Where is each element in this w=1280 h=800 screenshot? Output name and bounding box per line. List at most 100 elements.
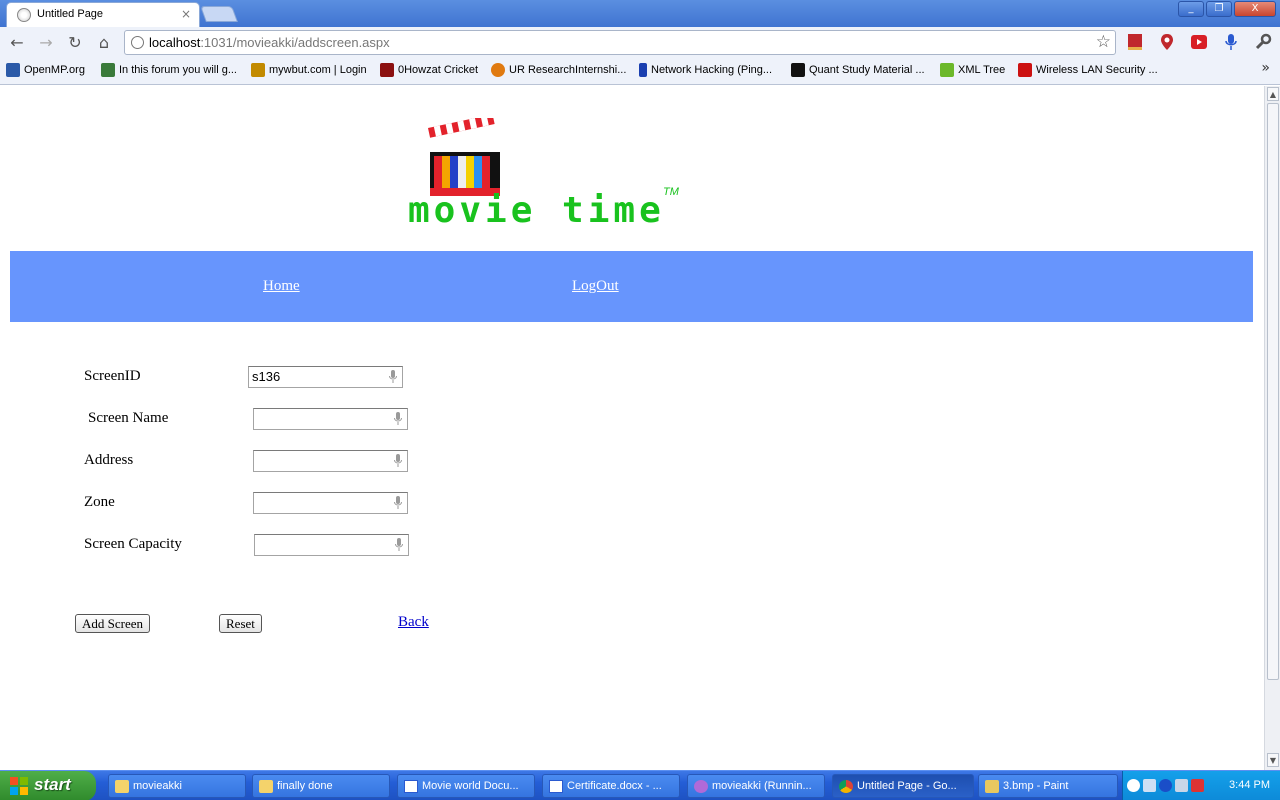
youtube-icon [1018, 63, 1032, 77]
folder-icon [115, 780, 129, 793]
vertical-scrollbar[interactable]: ▲ ▼ [1264, 86, 1280, 770]
security-alert-icon[interactable] [1191, 779, 1204, 792]
screen-capacity-input[interactable] [254, 534, 409, 556]
wrench-menu-icon[interactable] [1254, 33, 1272, 51]
screen-id-input[interactable]: s136 [248, 366, 403, 388]
new-tab-button[interactable] [200, 6, 238, 22]
network-hacking-icon [639, 63, 647, 77]
home-icon[interactable]: ⌂ [93, 32, 115, 54]
task-certificate-doc[interactable]: Certificate.docx - ... [542, 774, 680, 798]
youtube-extension-icon[interactable] [1190, 33, 1208, 51]
back-arrow-icon[interactable]: ← [6, 32, 28, 54]
microphone-extension-icon[interactable] [1222, 33, 1240, 51]
openmp-icon [6, 63, 20, 77]
bookmark-extension-icon[interactable] [1126, 33, 1144, 51]
word-document-icon [404, 780, 418, 793]
screen-id-label: ScreenID [84, 368, 141, 384]
scroll-down-icon[interactable]: ▼ [1267, 753, 1279, 767]
microphone-icon[interactable] [389, 370, 397, 384]
tray-collapse-icon[interactable] [1127, 779, 1140, 792]
address-input[interactable] [253, 450, 408, 472]
forward-arrow-icon[interactable]: → [35, 32, 57, 54]
zone-label: Zone [84, 494, 115, 510]
window-controls: _ ❐ X [1178, 1, 1276, 17]
screen-id-value: s136 [252, 369, 281, 384]
navigation-band: Home LogOut [10, 251, 1253, 322]
windows-taskbar: start movieakki finally done Movie world… [0, 770, 1280, 800]
bluetooth-icon[interactable] [1159, 779, 1172, 792]
howzat-icon [380, 63, 394, 77]
tab-title: Untitled Page [37, 8, 104, 20]
visual-studio-icon [694, 780, 708, 793]
tab-untitled-page[interactable]: Untitled Page × [6, 2, 200, 28]
bookmark-openmp[interactable]: OpenMP.org [6, 63, 85, 77]
address-label: Address [84, 452, 134, 468]
minimize-button[interactable]: _ [1178, 1, 1204, 17]
page-viewport: movie time TM Home LogOut ScreenID s136 … [0, 86, 1264, 770]
bookmarks-bar: OpenMP.org In this forum you will g... m… [0, 58, 1280, 85]
close-window-button[interactable]: X [1234, 1, 1276, 17]
task-movie-world-doc[interactable]: Movie world Docu... [397, 774, 535, 798]
system-clock: 3:44 PM [1229, 779, 1270, 791]
globe-icon [17, 8, 31, 22]
screen-name-label: Screen Name [88, 410, 169, 426]
book-icon [101, 63, 115, 77]
trademark-mark: TM [663, 186, 679, 198]
bookmark-xml-tree[interactable]: XML Tree [940, 63, 1005, 77]
bookmark-ur-research[interactable]: UR ResearchInternshi... [491, 63, 626, 77]
home-link[interactable]: Home [263, 278, 300, 295]
bookmark-forum[interactable]: In this forum you will g... [101, 63, 237, 77]
microphone-icon[interactable] [394, 454, 402, 468]
task-movieakki-folder[interactable]: movieakki [108, 774, 246, 798]
scroll-up-icon[interactable]: ▲ [1267, 87, 1279, 101]
logo-text: movie time [408, 190, 665, 231]
microphone-icon[interactable] [394, 412, 402, 426]
bookmarks-overflow-icon[interactable]: » [1261, 60, 1270, 76]
scrollbar-thumb[interactable] [1267, 103, 1279, 680]
task-movieakki-running[interactable]: movieakki (Runnin... [687, 774, 825, 798]
task-finally-done-folder[interactable]: finally done [252, 774, 390, 798]
paint-icon [985, 780, 999, 793]
windows-logo-icon [10, 777, 28, 795]
bookmark-star-icon[interactable]: ☆ [1096, 32, 1111, 52]
screen-capacity-label: Screen Capacity [84, 536, 182, 552]
microphone-icon[interactable] [394, 496, 402, 510]
reload-icon[interactable]: ↻ [64, 32, 86, 54]
add-screen-button[interactable]: Add Screen [75, 614, 151, 633]
system-tray: 3:44 PM [1122, 771, 1280, 800]
logout-link[interactable]: LogOut [572, 278, 619, 295]
map-pin-extension-icon[interactable] [1158, 33, 1176, 51]
bookmark-quant-study[interactable]: Quant Study Material ... [791, 63, 925, 77]
zone-input[interactable] [253, 492, 408, 514]
restore-button[interactable]: ❐ [1206, 1, 1232, 17]
start-label: start [34, 775, 71, 794]
bookmark-network-hacking[interactable]: Network Hacking (Ping... [639, 63, 772, 77]
browser-titlebar: Untitled Page × _ ❐ X [0, 0, 1280, 28]
folder-icon [259, 780, 273, 793]
microphone-icon[interactable] [395, 538, 403, 552]
movie-time-logo: movie time TM [408, 114, 688, 231]
browser-toolbar: ← → ↻ ⌂ localhost:1031/movieakki/addscre… [0, 27, 1280, 58]
bookmark-mywbut[interactable]: mywbut.com | Login [251, 63, 367, 77]
tab-close-icon[interactable]: × [181, 7, 191, 21]
reset-button[interactable]: Reset [219, 614, 262, 633]
screen-name-input[interactable] [253, 408, 408, 430]
start-button[interactable]: start [0, 771, 96, 800]
page-info-icon [131, 36, 144, 49]
address-bar[interactable]: localhost:1031/movieakki/addscreen.aspx … [124, 30, 1116, 55]
bookmark-wireless-lan[interactable]: Wireless LAN Security ... [1018, 63, 1158, 77]
word-document-icon [549, 780, 563, 793]
ur-research-icon [491, 63, 505, 77]
mywbut-icon [251, 63, 265, 77]
url-text: localhost:1031/movieakki/addscreen.aspx [149, 35, 390, 50]
task-untitled-page-chrome[interactable]: Untitled Page - Go... [832, 774, 974, 798]
xml-tree-icon [940, 63, 954, 77]
quant-study-icon [791, 63, 805, 77]
task-paint[interactable]: 3.bmp - Paint [978, 774, 1118, 798]
monitor-icon[interactable] [1175, 779, 1188, 792]
chrome-icon [839, 780, 853, 793]
bookmark-howzat[interactable]: 0Howzat Cricket [380, 63, 478, 77]
back-link[interactable]: Back [398, 614, 429, 631]
clapperboard-icon [428, 114, 500, 196]
network-icon[interactable] [1143, 779, 1156, 792]
